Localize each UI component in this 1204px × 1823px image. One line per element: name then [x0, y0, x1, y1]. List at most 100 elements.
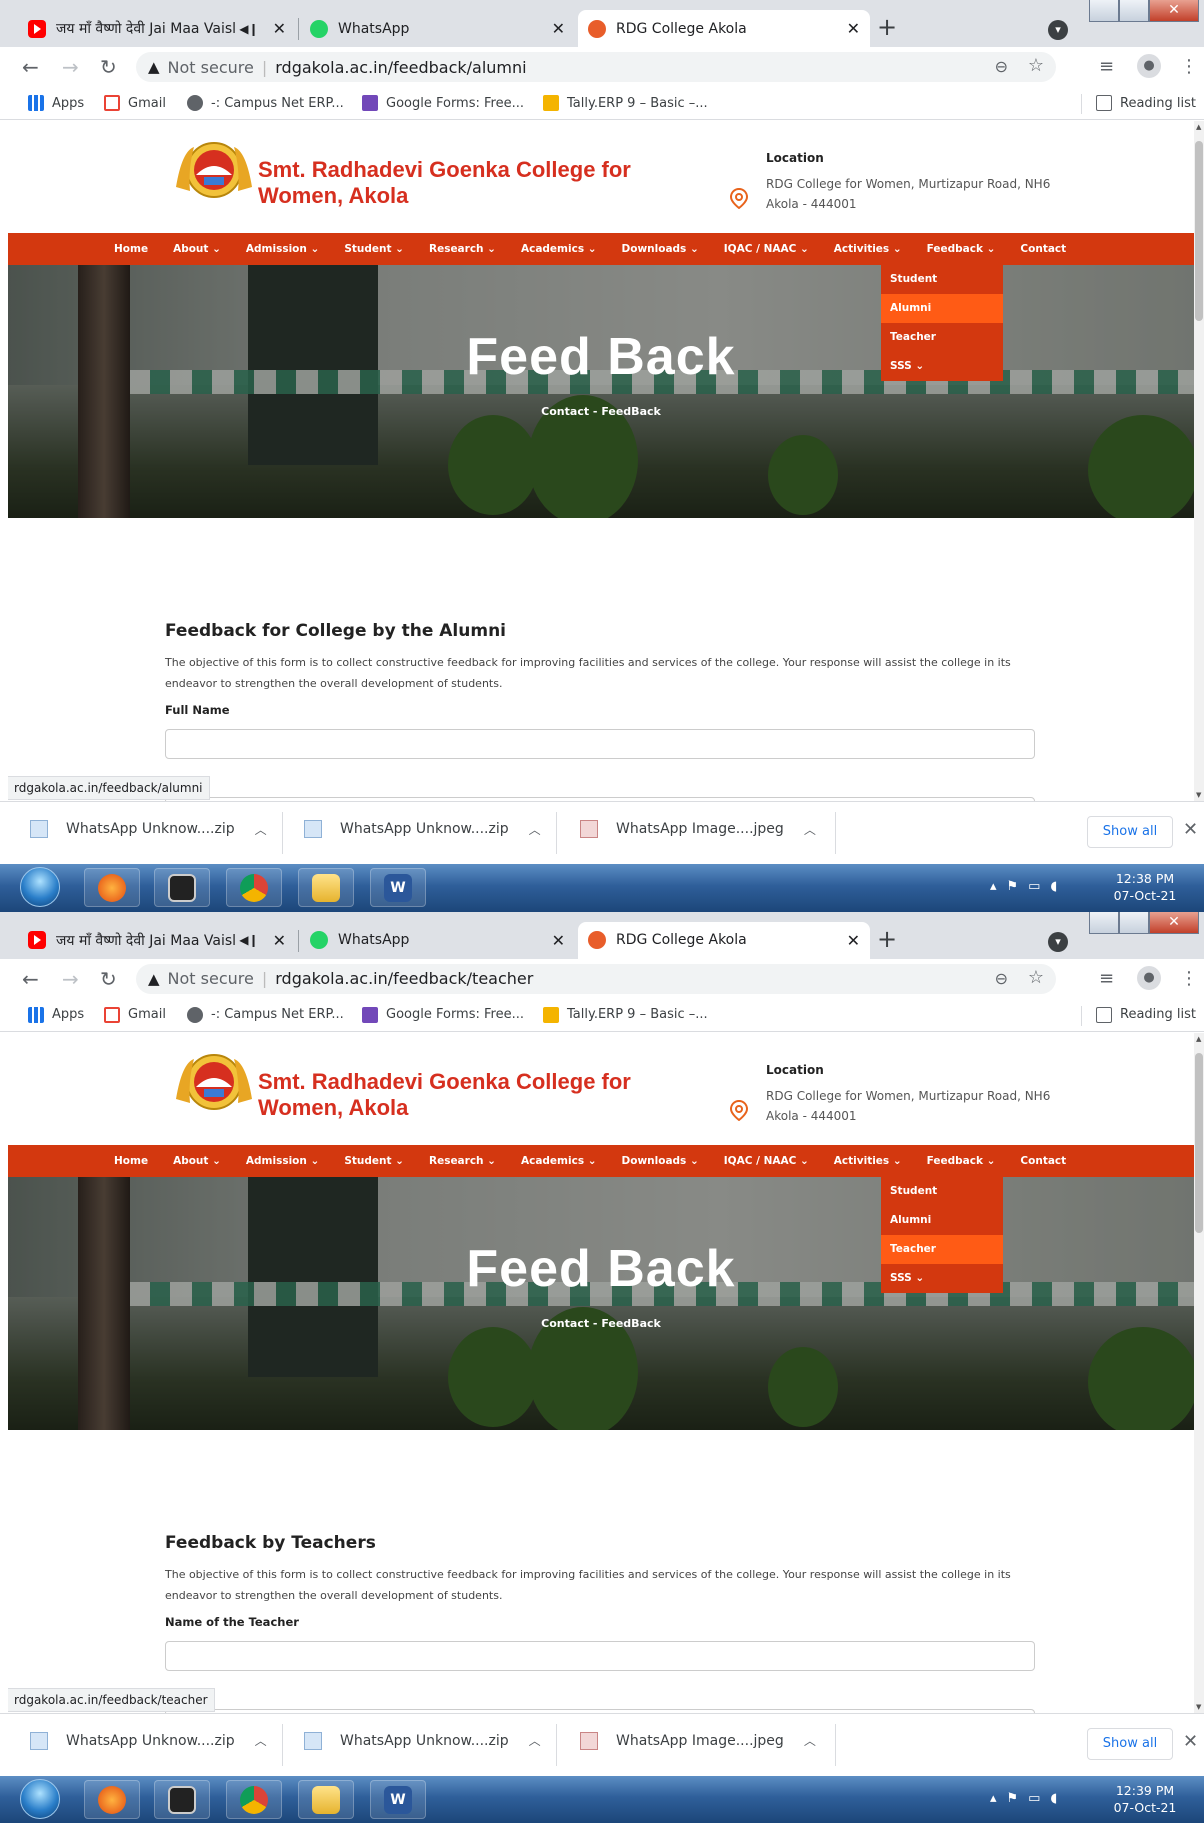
nav-iqac-naac[interactable]: IQAC / NAAC ⌄ — [724, 243, 809, 255]
close-tab-icon[interactable]: ✕ — [847, 19, 860, 38]
tab-search-icon[interactable]: ▾ — [1048, 20, 1068, 40]
nav-academics[interactable]: Academics ⌄ — [521, 1155, 597, 1167]
close-downloads-icon[interactable]: ✕ — [1183, 1731, 1198, 1752]
taskbar-explorer[interactable] — [298, 1779, 354, 1819]
tab-rdg-college[interactable]: RDG College Akola ✕ — [578, 10, 870, 47]
download-item[interactable]: WhatsApp Unknow....zip ︿ — [30, 820, 267, 838]
address-bar[interactable]: ▲ Not secure | rdgakola.ac.in/feedback/a… — [136, 52, 1056, 82]
forward-arrow-icon[interactable]: → — [62, 967, 79, 991]
close-tab-icon[interactable]: ✕ — [847, 931, 860, 950]
nav-home[interactable]: Home — [114, 1155, 148, 1167]
taskbar-word[interactable]: W — [370, 868, 426, 907]
download-item[interactable]: WhatsApp Image....jpeg ︿ — [580, 1731, 816, 1750]
taskbar-chrome[interactable] — [226, 868, 282, 907]
bookmark-campus-net[interactable]: -: Campus Net ERP... — [187, 1006, 344, 1023]
url-text[interactable]: rdgakola.ac.in/feedback/teacher — [275, 969, 533, 988]
reading-list-button[interactable]: Reading list — [1096, 1006, 1196, 1023]
bookmark-google-forms[interactable]: Google Forms: Free... — [362, 1006, 524, 1023]
close-tab-icon[interactable]: ✕ — [552, 19, 565, 38]
dropdown-item-sss[interactable]: SSS ⌄ — [881, 352, 1003, 381]
nav-about[interactable]: About ⌄ — [173, 1155, 221, 1167]
scrollbar-thumb[interactable] — [1195, 141, 1203, 321]
nav-academics[interactable]: Academics ⌄ — [521, 243, 597, 255]
chevron-up-icon[interactable]: ︿ — [529, 1732, 541, 1749]
bookmark-gmail[interactable]: Gmail — [104, 1006, 166, 1023]
windows-start-icon[interactable] — [20, 867, 60, 907]
scrollbar-thumb[interactable] — [1195, 1052, 1203, 1233]
nav-feedback[interactable]: Feedback ⌄ — [927, 1155, 996, 1167]
taskbar-firefox[interactable] — [84, 868, 140, 907]
reading-queue-icon[interactable]: ≡ — [1099, 968, 1114, 989]
page-scrollbar[interactable]: ▲ ▼ — [1194, 121, 1204, 801]
tab-whatsapp[interactable]: WhatsApp ✕ — [300, 10, 575, 47]
profile-avatar-icon[interactable]: ● — [1137, 54, 1161, 78]
college-name[interactable]: Smt. Radhadevi Goenka College for Women,… — [258, 157, 678, 209]
zoom-magnifier-icon[interactable]: ⊖ — [995, 969, 1008, 988]
address-bar[interactable]: ▲ Not secure | rdgakola.ac.in/feedback/t… — [136, 963, 1056, 994]
dropdown-item-sss[interactable]: SSS ⌄ — [881, 1264, 1003, 1293]
download-item[interactable]: WhatsApp Image....jpeg ︿ — [580, 820, 816, 838]
minimize-icon[interactable] — [1089, 911, 1119, 934]
bookmark-gmail[interactable]: Gmail — [104, 95, 166, 111]
nav-feedback[interactable]: Feedback ⌄ — [927, 243, 996, 255]
maximize-icon[interactable] — [1119, 911, 1149, 934]
download-item[interactable]: WhatsApp Unknow....zip ︿ — [30, 1731, 267, 1750]
bookmark-tally[interactable]: Tally.ERP 9 – Basic –... — [543, 1006, 708, 1023]
kebab-menu-icon[interactable]: ⋮ — [1180, 968, 1198, 989]
tab-youtube[interactable]: जय माँ वैष्णो देवी Jai Maa Vaisl ◀❙ ✕ — [18, 10, 296, 47]
tab-youtube[interactable]: जय माँ वैष्णो देवी Jai Maa Vaisl ◀❙ ✕ — [18, 922, 296, 959]
reload-icon[interactable]: ↻ — [100, 55, 117, 79]
new-tab-icon[interactable]: + — [872, 13, 902, 43]
bookmark-star-icon[interactable]: ☆ — [1028, 967, 1044, 988]
tab-whatsapp[interactable]: WhatsApp ✕ — [300, 922, 575, 959]
nav-downloads[interactable]: Downloads ⌄ — [622, 243, 699, 255]
window-close-icon[interactable]: ✕ — [1149, 0, 1199, 22]
college-logo-icon[interactable] — [168, 1051, 260, 1113]
nav-about[interactable]: About ⌄ — [173, 243, 221, 255]
warning-triangle-icon[interactable]: ▲ — [148, 970, 160, 988]
nav-iqac-naac[interactable]: IQAC / NAAC ⌄ — [724, 1155, 809, 1167]
dropdown-item-alumni[interactable]: Alumni — [881, 1206, 1003, 1235]
taskbar-chrome[interactable] — [226, 1779, 282, 1819]
url-text[interactable]: rdgakola.ac.in/feedback/alumni — [275, 58, 526, 77]
taskbar-word[interactable]: W — [370, 1779, 426, 1819]
show-all-button[interactable]: Show all — [1087, 816, 1173, 848]
scroll-up-icon[interactable]: ▲ — [1196, 1035, 1201, 1043]
chevron-up-icon[interactable]: ︿ — [804, 1732, 816, 1749]
nav-contact[interactable]: Contact — [1020, 1155, 1066, 1167]
show-all-button[interactable]: Show all — [1087, 1727, 1173, 1760]
nav-downloads[interactable]: Downloads ⌄ — [622, 1155, 699, 1167]
download-item[interactable]: WhatsApp Unknow....zip ︿ — [304, 1731, 541, 1750]
close-tab-icon[interactable]: ✕ — [273, 931, 286, 950]
page-scrollbar[interactable]: ▲ ▼ — [1194, 1032, 1204, 1713]
scroll-down-icon[interactable]: ▼ — [1196, 791, 1201, 799]
nav-student[interactable]: Student ⌄ — [344, 243, 404, 255]
download-item[interactable]: WhatsApp Unknow....zip ︿ — [304, 820, 541, 838]
name-input[interactable] — [165, 1640, 1035, 1671]
back-arrow-icon[interactable]: ← — [22, 55, 39, 79]
nav-activities[interactable]: Activities ⌄ — [834, 243, 902, 255]
chevron-up-icon[interactable]: ︿ — [255, 1732, 267, 1749]
reading-queue-icon[interactable]: ≡ — [1099, 56, 1114, 77]
bookmark-campus-net[interactable]: -: Campus Net ERP... — [187, 95, 344, 111]
taskbar-firefox[interactable] — [84, 1779, 140, 1819]
forward-arrow-icon[interactable]: → — [62, 55, 79, 79]
scroll-down-icon[interactable]: ▼ — [1196, 1703, 1201, 1711]
tab-search-icon[interactable]: ▾ — [1048, 931, 1068, 952]
nav-research[interactable]: Research ⌄ — [429, 1155, 496, 1167]
college-logo-icon[interactable] — [168, 139, 260, 201]
close-tab-icon[interactable]: ✕ — [552, 931, 565, 950]
dropdown-item-student[interactable]: Student — [881, 1177, 1003, 1206]
warning-triangle-icon[interactable]: ▲ — [148, 58, 160, 76]
bookmark-apps[interactable]: Apps — [28, 95, 84, 111]
bookmark-star-icon[interactable]: ☆ — [1028, 55, 1044, 76]
close-tab-icon[interactable]: ✕ — [273, 19, 286, 38]
system-tray-icons[interactable]: ▴⚑▭◖ — [990, 879, 1067, 894]
kebab-menu-icon[interactable]: ⋮ — [1180, 56, 1198, 77]
taskbar-clock[interactable]: 12:39 PM 07-Oct-21 — [1110, 1782, 1180, 1816]
reload-icon[interactable]: ↻ — [100, 967, 117, 991]
bookmark-tally[interactable]: Tally.ERP 9 – Basic –... — [543, 95, 708, 111]
dropdown-item-teacher[interactable]: Teacher — [881, 1234, 1003, 1264]
nav-student[interactable]: Student ⌄ — [344, 1155, 404, 1167]
profile-avatar-icon[interactable]: ● — [1137, 965, 1161, 990]
